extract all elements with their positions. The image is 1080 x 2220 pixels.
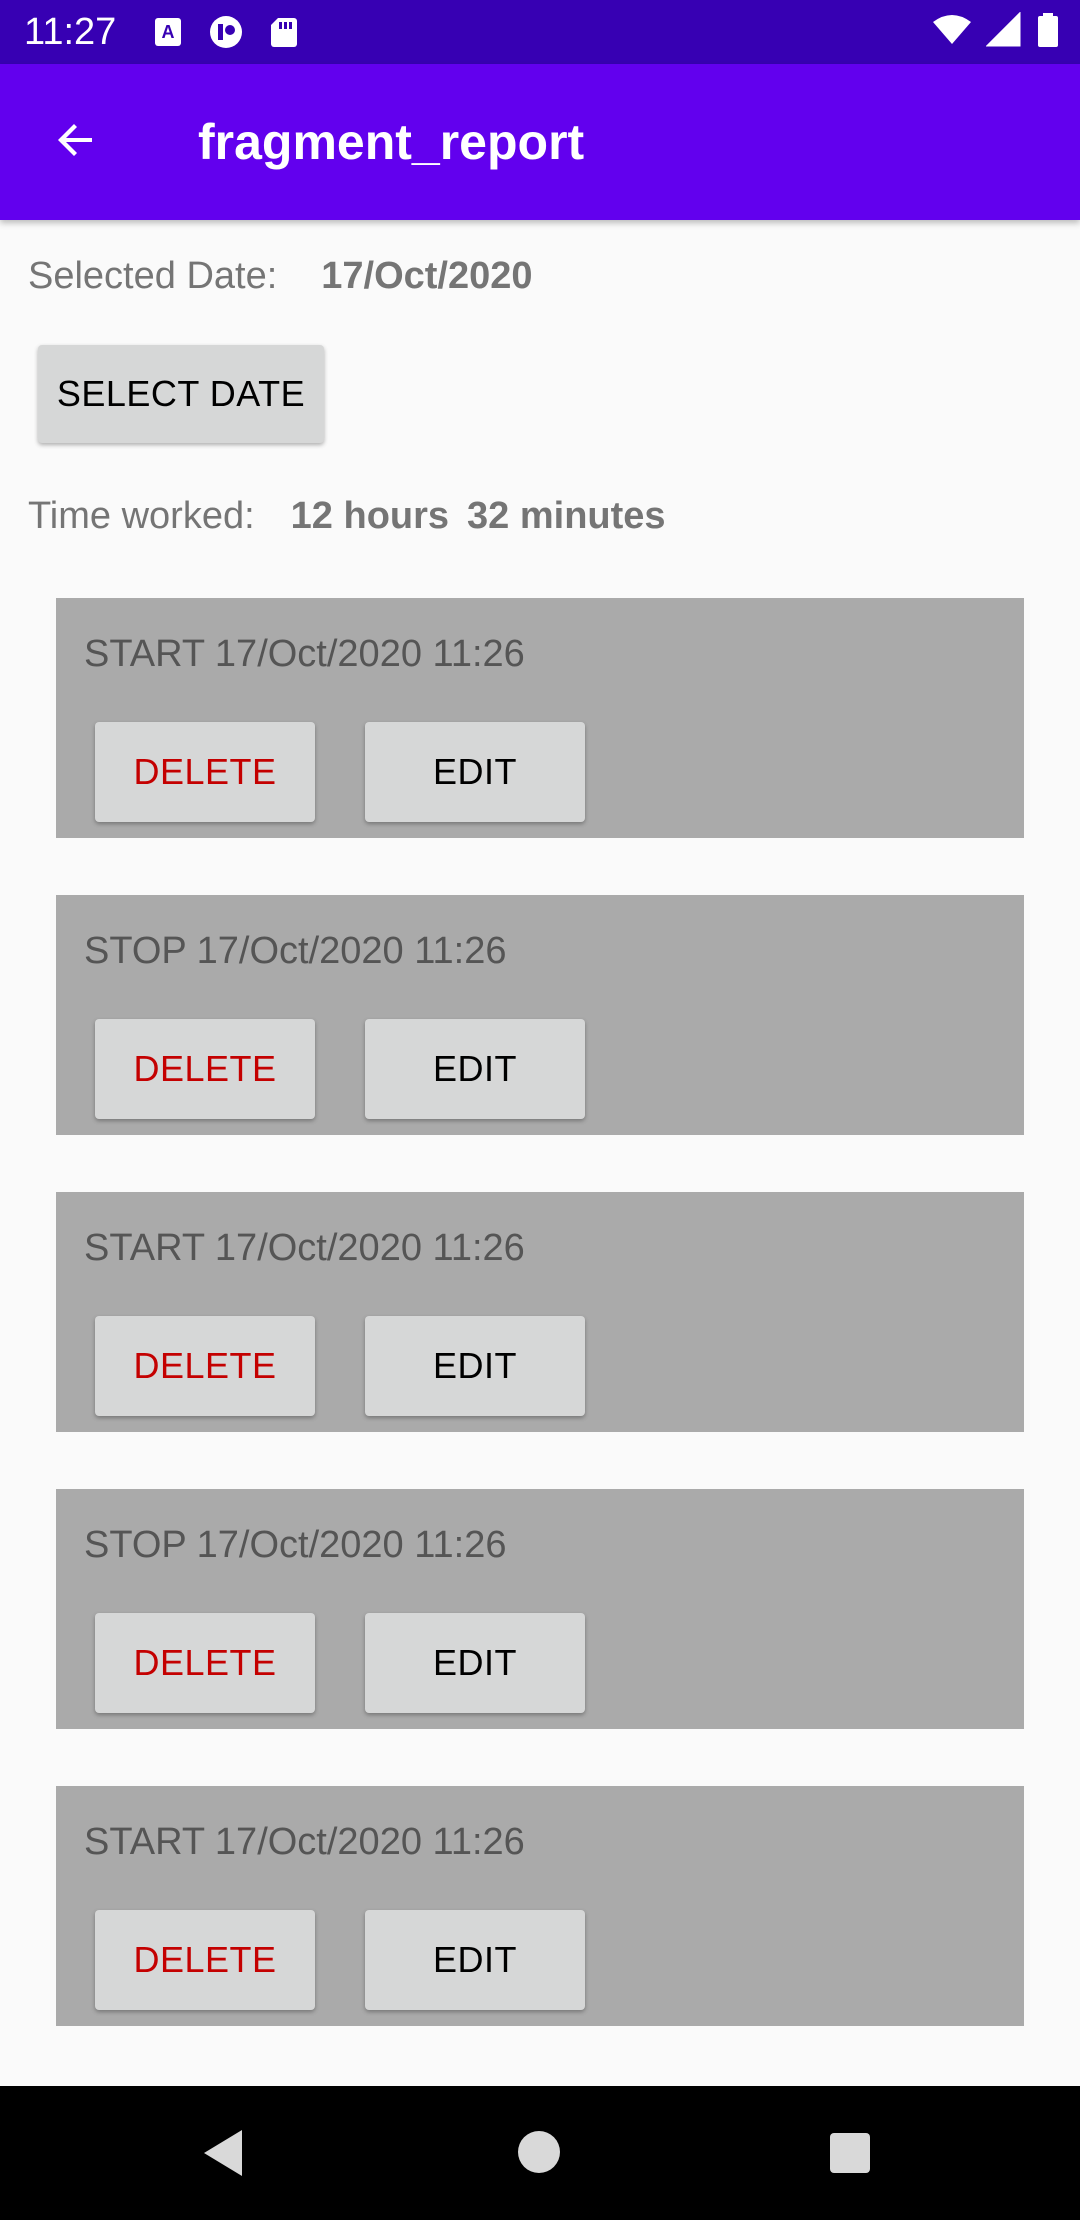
selected-date-row: Selected Date: 17/Oct/2020 <box>28 252 533 300</box>
edit-button[interactable]: EDIT <box>365 722 585 822</box>
status-bar: 11:27 A <box>0 0 1080 64</box>
delete-button[interactable]: DELETE <box>95 1019 315 1119</box>
app-bar: fragment_report <box>0 64 1080 220</box>
edit-button[interactable]: EDIT <box>365 1910 585 2010</box>
delete-button[interactable]: DELETE <box>95 1316 315 1416</box>
page-title: fragment_report <box>198 114 585 170</box>
delete-button[interactable]: DELETE <box>95 1910 315 2010</box>
list-item: START 17/Oct/2020 11:26 DELETE EDIT <box>56 1786 1024 2026</box>
edit-button[interactable]: EDIT <box>365 1019 585 1119</box>
status-icons-left: A <box>150 14 302 50</box>
signal-icon <box>986 12 1021 47</box>
entry-label: START 17/Oct/2020 11:26 <box>84 633 525 675</box>
navigation-bar <box>0 2086 1080 2220</box>
select-date-button[interactable]: SELECT DATE <box>38 345 324 443</box>
list-item: STOP 17/Oct/2020 11:26 DELETE EDIT <box>56 1489 1024 1729</box>
time-worked-hours: 12 hours <box>290 495 450 537</box>
time-worked-minutes: 32 minutes <box>467 495 666 537</box>
entry-label: START 17/Oct/2020 11:26 <box>84 1227 525 1269</box>
back-button[interactable] <box>40 104 112 176</box>
list-item: START 17/Oct/2020 11:26 DELETE EDIT <box>56 1192 1024 1432</box>
delete-button[interactable]: DELETE <box>95 1613 315 1713</box>
time-worked-row: Time worked: 12 hours 32 minutes <box>28 492 666 540</box>
selected-date-value: 17/Oct/2020 <box>321 255 533 297</box>
entry-label: START 17/Oct/2020 11:26 <box>84 1821 525 1863</box>
delete-button[interactable]: DELETE <box>95 722 315 822</box>
nav-back-icon[interactable] <box>200 2128 246 2178</box>
list-item: STOP 17/Oct/2020 11:26 DELETE EDIT <box>56 895 1024 1135</box>
entry-label: STOP 17/Oct/2020 11:26 <box>84 930 507 972</box>
time-worked-label: Time worked: <box>28 495 255 537</box>
edit-button[interactable]: EDIT <box>365 1613 585 1713</box>
status-icons-right <box>932 12 1060 48</box>
report-content: Selected Date: 17/Oct/2020 SELECT DATE Ti… <box>0 220 1080 2086</box>
arrow-back-icon <box>58 124 92 156</box>
nav-home-icon[interactable] <box>518 2131 560 2173</box>
list-item: START 17/Oct/2020 11:26 DELETE EDIT <box>56 598 1024 838</box>
status-time: 11:27 <box>24 11 117 53</box>
selected-date-label: Selected Date: <box>28 255 278 297</box>
edit-button[interactable]: EDIT <box>365 1316 585 1416</box>
battery-icon <box>1038 13 1058 47</box>
svg-text:A: A <box>162 22 175 42</box>
font-icon: A <box>155 18 181 46</box>
entry-label: STOP 17/Oct/2020 11:26 <box>84 1524 507 1566</box>
sd-card-icon <box>271 18 297 47</box>
nav-recents-icon[interactable] <box>830 2133 870 2173</box>
wifi-icon <box>933 15 971 44</box>
profile-icon <box>210 16 242 48</box>
